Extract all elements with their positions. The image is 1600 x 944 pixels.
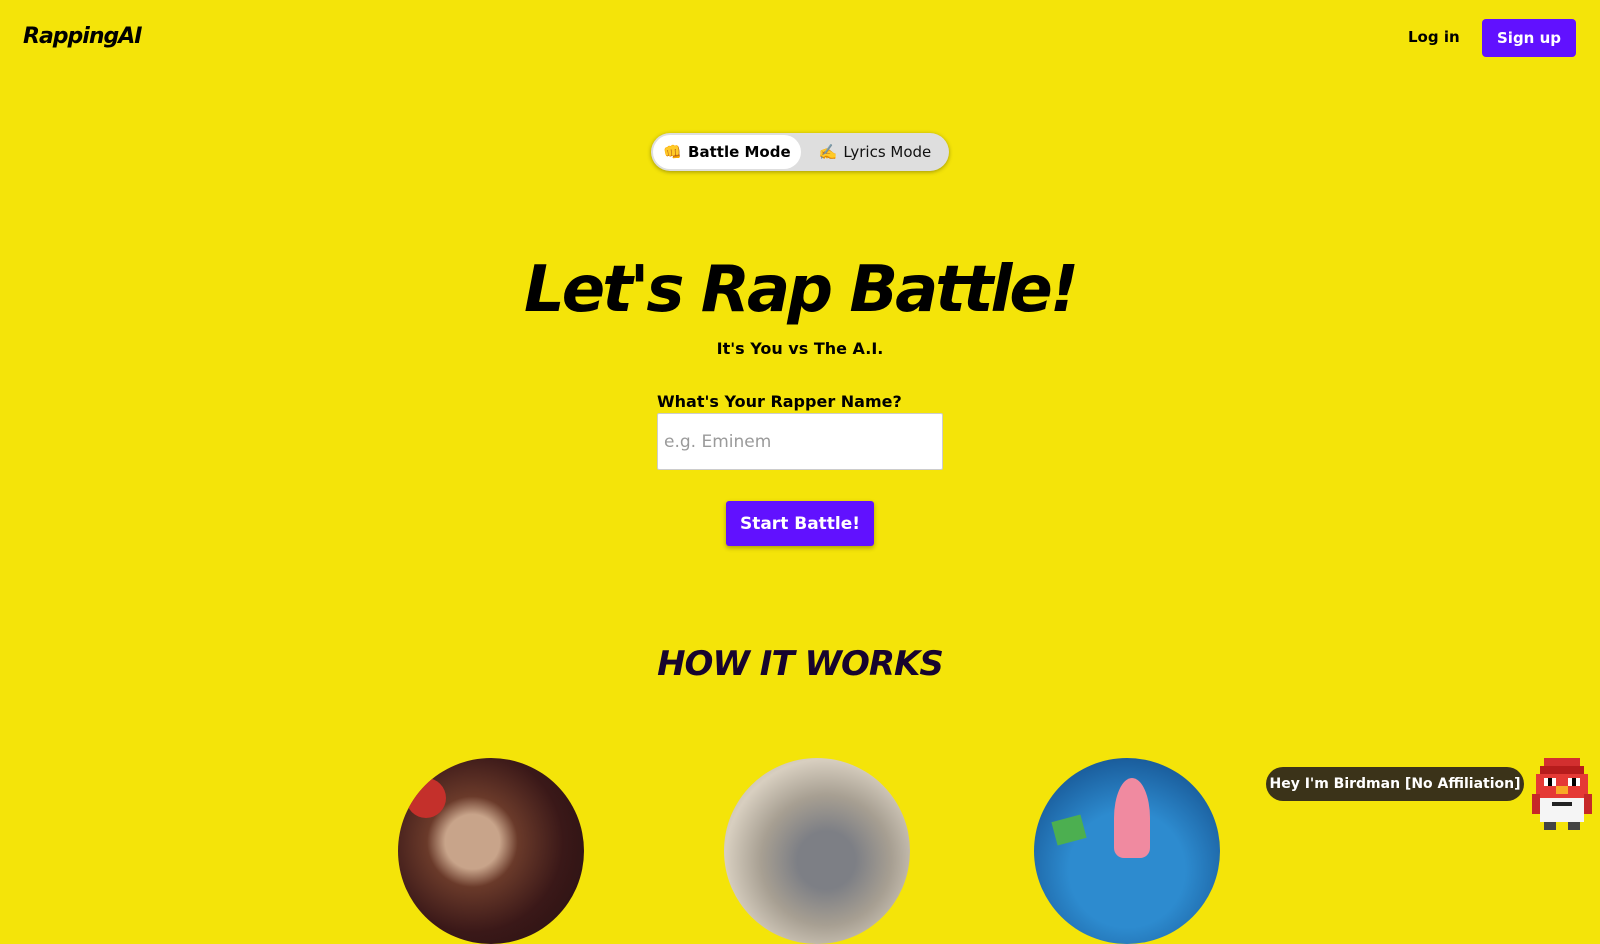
how-it-works-image-1 — [398, 758, 584, 944]
mode-toggle: 👊 Battle Mode ✍️ Lyrics Mode — [651, 133, 949, 171]
tab-battle-mode[interactable]: 👊 Battle Mode — [653, 135, 801, 169]
fist-icon: 👊 — [663, 143, 683, 161]
rapper-name-input[interactable] — [657, 413, 943, 470]
page-subtitle: It's You vs The A.I. — [716, 339, 884, 358]
tab-battle-mode-label: Battle Mode — [688, 143, 791, 161]
signup-button[interactable]: Sign up — [1482, 19, 1576, 57]
how-it-works-image-3 — [1034, 758, 1220, 944]
how-it-works-image-2 — [724, 758, 910, 944]
start-battle-button[interactable]: Start Battle! — [726, 501, 874, 546]
chat-bubble[interactable]: Hey I'm Birdman [No Affiliation] — [1266, 767, 1524, 801]
how-it-works-heading: HOW IT WORKS — [657, 644, 944, 684]
birdman-avatar-icon[interactable] — [1528, 758, 1596, 834]
tab-lyrics-mode[interactable]: ✍️ Lyrics Mode — [801, 133, 949, 171]
login-link[interactable]: Log in — [1408, 28, 1460, 46]
writing-hand-icon: ✍️ — [818, 143, 838, 161]
site-logo[interactable]: RappingAI — [23, 24, 142, 49]
tab-lyrics-mode-label: Lyrics Mode — [843, 143, 932, 161]
rapper-name-label: What's Your Rapper Name? — [657, 392, 902, 411]
page-title: Let's Rap Battle! — [524, 253, 1079, 327]
site-header: RappingAI Log in Sign up — [0, 0, 1600, 78]
